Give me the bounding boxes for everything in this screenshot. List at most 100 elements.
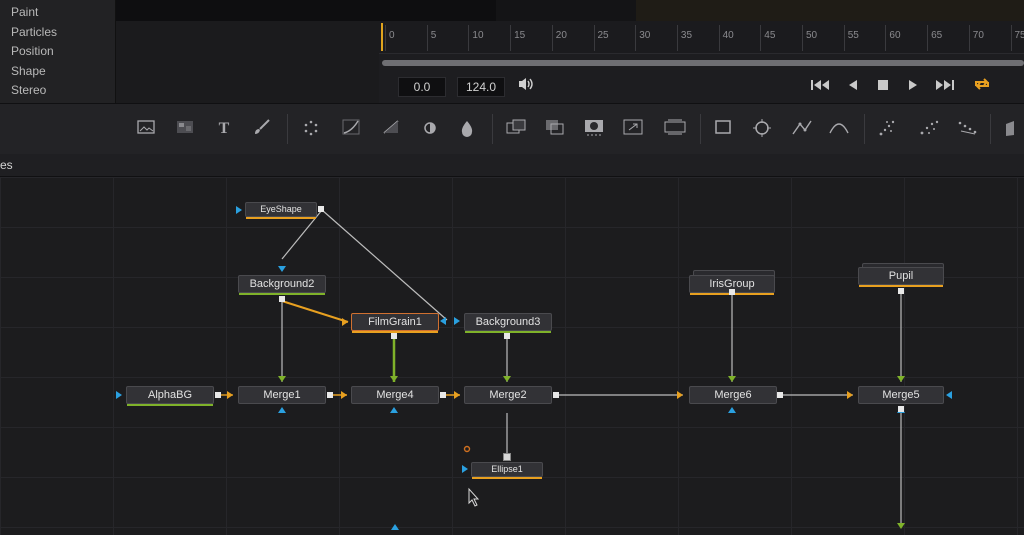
node-label: Merge4 (376, 389, 414, 401)
input-arrow[interactable] (462, 465, 468, 473)
node-merge6[interactable]: Merge6 (689, 386, 777, 404)
node-color-bar (472, 477, 542, 479)
time-ruler[interactable]: 0 5 10 15 20 25 30 35 40 45 50 55 60 65 70 75 (379, 21, 1024, 54)
current-time-field[interactable]: 0.0 (398, 77, 446, 97)
ruler-tick-label: 20 (555, 30, 567, 41)
ruler-tick (551, 25, 553, 51)
input-arrow[interactable] (454, 317, 460, 325)
tool-list-item-position[interactable]: Position (11, 44, 54, 58)
ruler-tick (927, 25, 929, 51)
node-color-bar (246, 217, 316, 219)
node-color-bar (859, 285, 943, 287)
ruler-tick (426, 25, 428, 51)
brightness-contrast-icon[interactable] (381, 119, 401, 139)
viewer-strip (116, 0, 1024, 21)
node-filmgrain1[interactable]: FilmGrain1 (351, 313, 439, 333)
node-merge1[interactable]: Merge1 (238, 386, 326, 404)
background-icon[interactable] (136, 119, 156, 139)
color-corrector-icon[interactable] (420, 119, 440, 139)
tool-list-item-paint[interactable]: Paint (11, 5, 38, 19)
ellipse-icon[interactable] (752, 119, 772, 139)
ruler-tick-label: 15 (514, 30, 526, 41)
node-label: EyeShape (260, 204, 302, 214)
mouse-cursor (468, 487, 480, 507)
resize-icon[interactable] (664, 119, 686, 139)
prender-icon[interactable] (918, 119, 939, 139)
play-reverse-icon[interactable] (843, 76, 863, 96)
3d-icon[interactable] (1003, 119, 1023, 139)
end-time-field[interactable]: 124.0 (457, 77, 505, 97)
bspline-icon[interactable] (828, 119, 849, 139)
node-alphabg[interactable]: AlphaBG (126, 386, 214, 406)
tool-list-item-stereo[interactable]: Stereo (11, 83, 46, 97)
ruler-tick (593, 25, 595, 51)
tool-category-list: Paint Particles Position Shape Stereo (0, 0, 116, 103)
paint-icon[interactable] (252, 119, 272, 139)
node-wires (220, 209, 905, 530)
node-ellipse1[interactable]: Ellipse1 (471, 462, 543, 479)
output-port[interactable] (327, 392, 333, 398)
polygon-icon[interactable] (791, 119, 812, 139)
node-label: Merge5 (882, 389, 920, 401)
output-port[interactable] (553, 392, 559, 398)
node-label: AlphaBG (147, 389, 193, 401)
ruler-tick (802, 25, 803, 51)
input-arrow[interactable] (946, 391, 952, 399)
node-background2[interactable]: Background2 (238, 275, 326, 295)
node-merge2[interactable]: Merge2 (464, 386, 552, 404)
toolbar-separator (864, 114, 865, 144)
node-eyeshape[interactable]: EyeShape (245, 202, 317, 219)
transform-icon[interactable] (623, 119, 643, 139)
viewer-right (636, 0, 1024, 21)
output-port[interactable] (504, 333, 510, 339)
merge-icon[interactable] (506, 119, 526, 139)
node-editor-canvas[interactable]: EyeShape Background2 FilmGrain1 Backgrou… (0, 177, 1024, 535)
rectangle-icon[interactable] (713, 119, 733, 139)
tool-list-item-particles[interactable]: Particles (11, 25, 57, 39)
input-arrow[interactable] (116, 391, 122, 399)
ruler-tick (468, 25, 470, 51)
node-label: Ellipse1 (491, 464, 523, 474)
color-curves-icon[interactable] (341, 119, 361, 139)
node-label: Merge2 (489, 389, 527, 401)
node-pupil[interactable]: Pupil (858, 267, 944, 287)
loop-icon[interactable] (972, 76, 992, 97)
ruler-tick-label: 35 (680, 30, 693, 41)
viewer-left (116, 0, 496, 21)
output-port[interactable] (729, 289, 735, 295)
pemitter-icon[interactable] (877, 119, 897, 139)
tool-list-item-shape[interactable]: Shape (11, 64, 46, 78)
channel-booleans-icon[interactable] (545, 119, 565, 139)
output-port[interactable] (391, 333, 397, 339)
node-merge5[interactable]: Merge5 (858, 386, 944, 404)
timeline-scrollbar[interactable] (382, 60, 1024, 66)
speaker-icon[interactable] (516, 76, 536, 97)
node-merge4[interactable]: Merge4 (351, 386, 439, 404)
input-arrow[interactable] (440, 317, 446, 325)
node-background3[interactable]: Background3 (464, 313, 552, 333)
output-port[interactable] (279, 296, 285, 302)
ruler-tick-label: 40 (722, 30, 734, 41)
blur-icon[interactable] (457, 119, 477, 139)
particles-icon[interactable] (301, 119, 321, 139)
node-label: FilmGrain1 (368, 316, 422, 328)
skip-to-start-icon[interactable] (810, 76, 830, 96)
fastnoise-icon[interactable] (175, 119, 195, 139)
text-icon[interactable]: T (214, 119, 234, 139)
output-port[interactable] (440, 392, 446, 398)
mask-port[interactable] (503, 453, 511, 461)
stop-icon[interactable] (873, 76, 893, 96)
output-port[interactable] (318, 206, 324, 212)
skip-to-end-icon[interactable] (935, 76, 955, 96)
output-port[interactable] (898, 288, 904, 294)
output-port[interactable] (215, 392, 221, 398)
playhead[interactable] (381, 23, 383, 51)
input-arrow[interactable] (236, 206, 242, 214)
matte-control-icon[interactable] (584, 119, 604, 139)
node-label: Merge1 (263, 389, 301, 401)
tools-toolbar: T (0, 103, 1024, 155)
play-icon[interactable] (903, 76, 923, 96)
output-port[interactable] (777, 392, 783, 398)
pdirectional-icon[interactable] (957, 119, 977, 139)
output-port[interactable] (898, 406, 904, 412)
